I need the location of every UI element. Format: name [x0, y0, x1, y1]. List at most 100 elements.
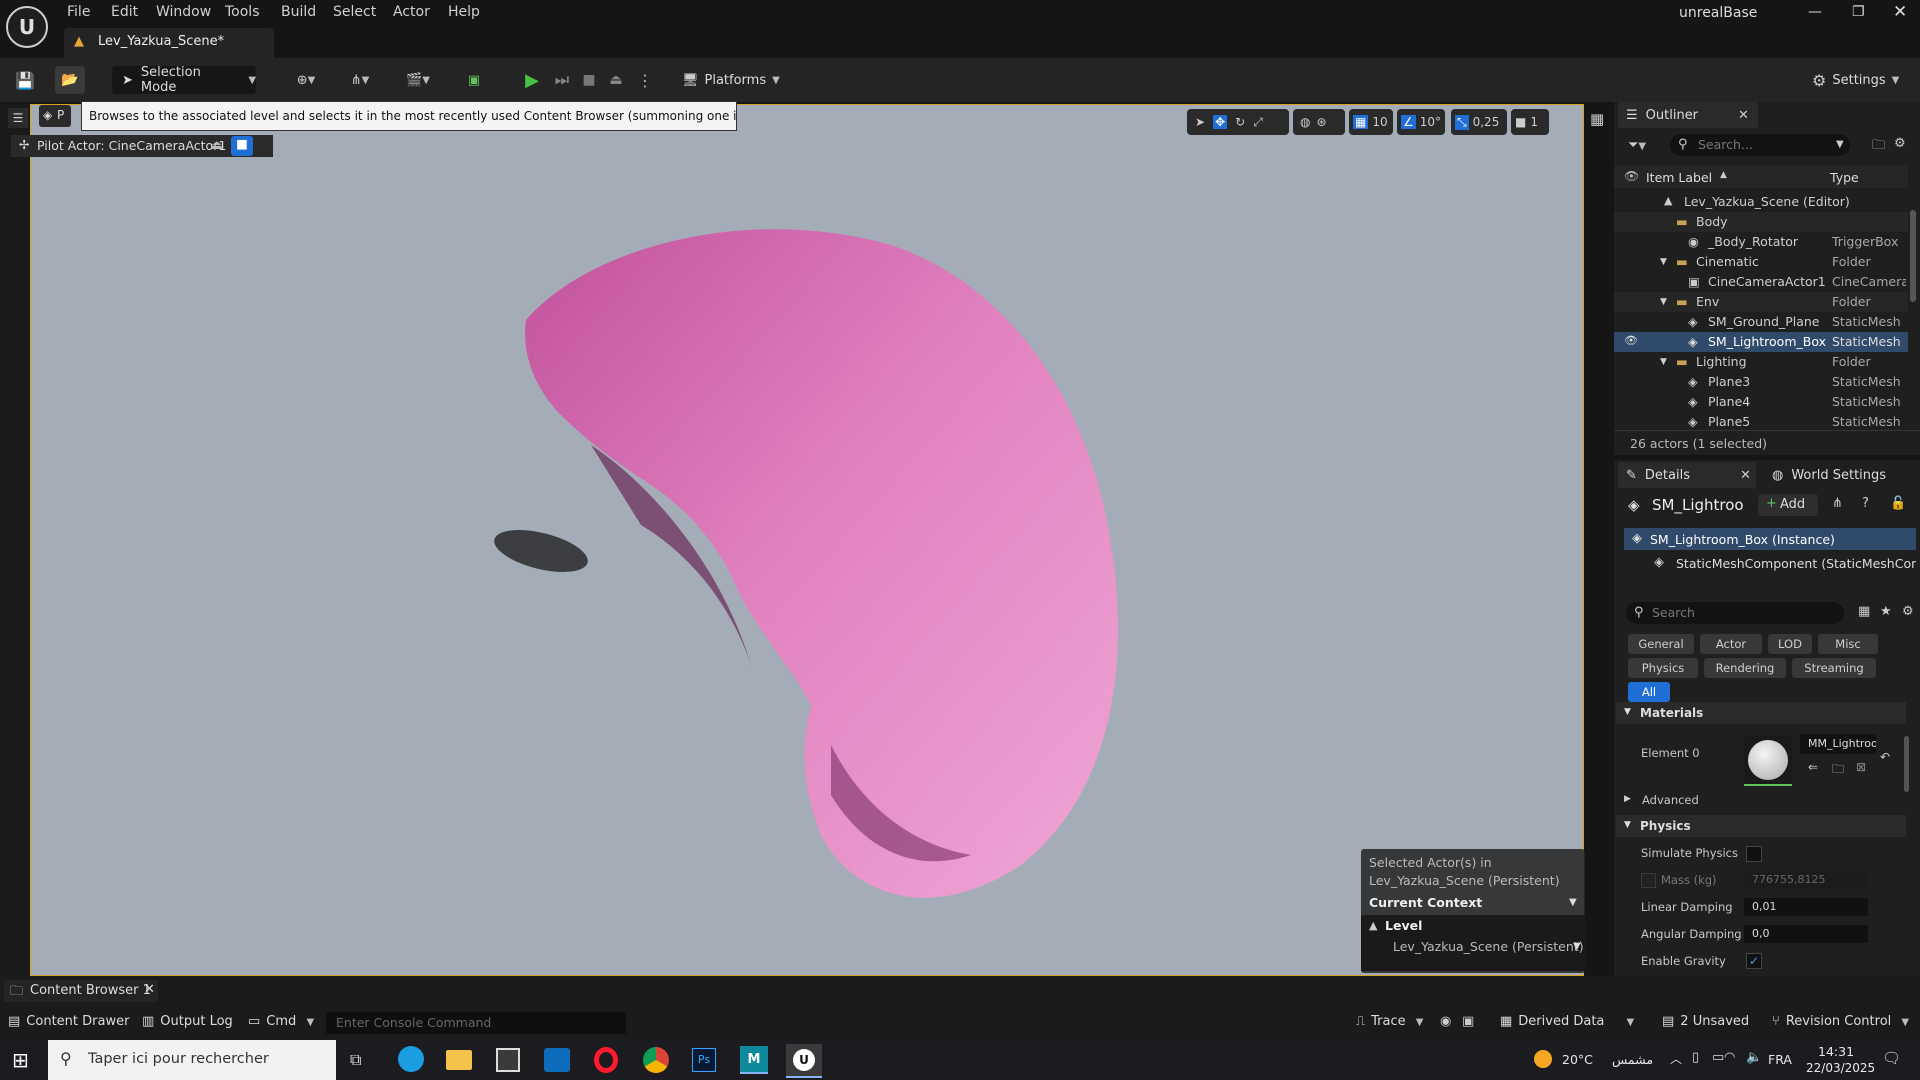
details-scrollbar[interactable]: [1904, 736, 1909, 792]
language-indicator[interactable]: FRA: [1768, 1052, 1792, 1067]
edge-icon[interactable]: [398, 1046, 424, 1072]
instance-row[interactable]: ◈ SM_Lightroom_Box (Instance): [1624, 528, 1916, 550]
minimize-icon[interactable]: —: [1808, 4, 1822, 20]
trace-dropdown[interactable]: ⎍ Trace ▼: [1356, 1014, 1423, 1029]
menu-help[interactable]: Help: [448, 4, 480, 20]
clock-time[interactable]: 14:31: [1818, 1044, 1854, 1059]
new-folder-icon[interactable]: 🗀: [1872, 136, 1885, 158]
use-selected-icon[interactable]: ⇐: [1808, 760, 1818, 774]
list-item[interactable]: ▼ ▬ Env Folder: [1614, 292, 1908, 312]
level-tab[interactable]: ▲ Lev_Yazkua_Scene*: [64, 28, 274, 58]
list-item[interactable]: ▬ Body: [1614, 212, 1908, 232]
cinematics-icon[interactable]: 🎬 ▼: [397, 66, 439, 94]
wifi-icon[interactable]: ◠: [1724, 1050, 1735, 1065]
material-thumbnail[interactable]: [1744, 736, 1792, 786]
browse-icon[interactable]: 🗀: [1832, 760, 1844, 781]
advanced-row[interactable]: ▶ Advanced: [1616, 790, 1906, 810]
visibility-icon[interactable]: 👁: [1624, 169, 1639, 183]
output-log-button[interactable]: ▥ Output Log: [142, 1014, 233, 1029]
filter-rendering[interactable]: Rendering: [1704, 658, 1786, 678]
camera-speed[interactable]: ■ 1: [1511, 109, 1549, 135]
filter-actor[interactable]: Actor: [1700, 634, 1762, 654]
filter-physics[interactable]: Physics: [1628, 658, 1698, 678]
list-item[interactable]: ▲ Lev_Yazkua_Scene (Editor): [1614, 192, 1908, 212]
world-settings-tab[interactable]: ◍ World Settings: [1764, 462, 1914, 488]
expand-icon[interactable]: ▼: [1660, 297, 1667, 307]
menu-file[interactable]: File: [67, 4, 90, 20]
lock-icon[interactable]: 🔓: [1890, 496, 1906, 511]
list-item[interactable]: ▼ ▬ Cinematic Folder: [1614, 252, 1908, 272]
task-view-icon[interactable]: ⧉: [350, 1050, 361, 1070]
outliner-scrollbar[interactable]: [1910, 210, 1916, 302]
chevron-down-icon[interactable]: ▼: [1569, 897, 1577, 908]
close-icon[interactable]: ✕: [1740, 468, 1751, 483]
list-item[interactable]: 👁 ◈ SM_Lightroom_Box StaticMesh: [1614, 332, 1908, 352]
world-icon[interactable]: ◍: [1300, 115, 1310, 129]
filter-misc[interactable]: Misc: [1818, 634, 1878, 654]
level-viewport[interactable]: ◈ P Browses to the associated level and …: [11, 101, 1585, 976]
clear-icon[interactable]: ⊠: [1856, 760, 1866, 774]
physics-section[interactable]: ▼ Physics: [1616, 815, 1906, 837]
chrome-icon[interactable]: [643, 1047, 669, 1073]
unreal-logo-icon[interactable]: U: [6, 6, 48, 48]
scale-tool-icon[interactable]: ⤢: [1253, 115, 1263, 130]
filter-all[interactable]: All: [1628, 682, 1670, 702]
context-level-row[interactable]: ▲ Level Lev_Yazkua_Scene (Persistent) ▼: [1361, 915, 1585, 971]
gear-icon[interactable]: ⚙: [1894, 136, 1906, 151]
menu-select[interactable]: Select: [333, 4, 376, 20]
close-icon[interactable]: ✕: [144, 982, 155, 997]
add-component-button[interactable]: + Add: [1758, 494, 1818, 516]
menu-edit[interactable]: Edit: [111, 4, 138, 20]
settings-dropdown[interactable]: ⚙ Settings ▼: [1812, 66, 1908, 94]
viewport-menu-icon[interactable]: ☰: [8, 108, 28, 128]
mass-checkbox[interactable]: [1641, 873, 1656, 888]
list-item[interactable]: ◈ SM_Ground_Plane StaticMesh: [1614, 312, 1908, 332]
enable-gravity-checkbox[interactable]: ✓: [1746, 953, 1762, 969]
battery-icon[interactable]: ▭: [1712, 1050, 1724, 1065]
camera-lock-icon[interactable]: ■: [231, 136, 253, 156]
more-options-icon[interactable]: ⋮: [636, 66, 654, 94]
angle-snap[interactable]: ∠ 10°: [1397, 109, 1445, 135]
unsaved-button[interactable]: ▤ 2 Unsaved: [1662, 1014, 1749, 1029]
selection-mode-dropdown[interactable]: ➤ Selection Mode ▼: [112, 65, 256, 95]
star-icon[interactable]: ★: [1880, 604, 1892, 619]
object-name[interactable]: SM_Lightroo: [1652, 496, 1756, 514]
filter-icon[interactable]: ⏷▼: [1628, 138, 1646, 153]
store-icon[interactable]: [496, 1048, 520, 1072]
close-window-icon[interactable]: ✕: [1893, 2, 1907, 22]
rotate-tool-icon[interactable]: ↻: [1235, 115, 1245, 129]
save-icon[interactable]: 💾: [12, 66, 38, 94]
materials-section[interactable]: ▼ Materials: [1616, 702, 1906, 724]
angular-damping-field[interactable]: 0,0: [1744, 925, 1868, 943]
screenshot-icon[interactable]: ▣: [1462, 1014, 1474, 1029]
list-item[interactable]: ◉ _Body_Rotator TriggerBox: [1614, 232, 1908, 252]
help-icon[interactable]: ?: [1862, 496, 1869, 511]
reset-icon[interactable]: ↶: [1880, 750, 1890, 764]
menu-tools[interactable]: Tools: [225, 4, 260, 20]
material-dropdown[interactable]: MM_Lightroo: [1800, 734, 1876, 754]
platforms-dropdown[interactable]: 🖥 Platforms ▼: [682, 66, 792, 94]
details-tab[interactable]: ✎ Details ✕: [1618, 462, 1756, 488]
select-tool-icon[interactable]: ➤: [1195, 115, 1205, 129]
browse-level-icon[interactable]: 📂: [55, 66, 85, 94]
blueprint-icon[interactable]: ⋔: [1832, 496, 1843, 511]
modes-icon[interactable]: ▣: [462, 66, 486, 94]
weather-text[interactable]: مشمس: [1612, 1052, 1653, 1067]
linear-damping-field[interactable]: 0,01: [1744, 898, 1868, 916]
grid-snap[interactable]: ▦ 10: [1349, 109, 1393, 135]
weather-temp[interactable]: 20°C: [1562, 1052, 1593, 1067]
meet-icon[interactable]: ▯: [1692, 1050, 1699, 1065]
viewport-tab[interactable]: ◈ P: [39, 105, 71, 127]
content-browser-tab[interactable]: 🗀 Content Browser 1 ✕: [4, 980, 158, 1002]
clock-date[interactable]: 22/03/2025: [1806, 1061, 1875, 1075]
menu-window[interactable]: Window: [156, 4, 211, 20]
eject-icon[interactable]: ⏏: [604, 66, 628, 94]
layout-icon[interactable]: ▦: [1590, 110, 1604, 128]
filter-lod[interactable]: LOD: [1768, 634, 1812, 654]
taskbar-search[interactable]: ⚲ Taper ici pour rechercher: [48, 1040, 336, 1080]
table-view-icon[interactable]: ▦: [1858, 604, 1870, 619]
photoshop-icon[interactable]: Ps: [692, 1048, 716, 1072]
record-icon[interactable]: ◉: [1440, 1014, 1451, 1029]
derived-data-dropdown[interactable]: ▦ Derived Data ▼: [1500, 1014, 1634, 1029]
expand-icon[interactable]: ▼: [1660, 257, 1667, 267]
